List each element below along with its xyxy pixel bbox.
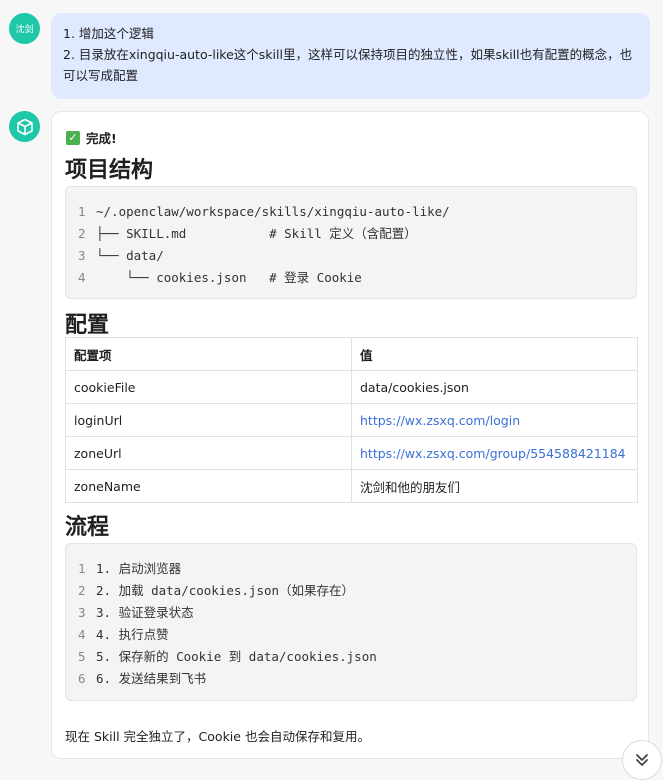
table-cell: data/cookies.json: [351, 370, 638, 404]
table-row: zoneUrl https://wx.zsxq.com/group/554588…: [65, 436, 638, 470]
table-cell: loginUrl: [65, 403, 352, 437]
user-avatar-text: 沈剑: [15, 25, 34, 35]
structure-code-block: 1 ~/.openclaw/workspace/skills/xingqiu-au…: [65, 186, 637, 299]
done-text: 完成!: [86, 131, 117, 146]
code-line: 2 ├── SKILL.md # Skill 定义（含配置）: [78, 226, 417, 241]
table-cell: zoneName: [65, 469, 352, 503]
config-heading: 配置: [65, 313, 110, 338]
done-status: ✓ 完成!: [66, 128, 117, 147]
bot-message: ✓ 完成! 项目结构 1 ~/.openclaw/workspace/skills…: [51, 111, 649, 759]
table-row: loginUrl https://wx.zsxq.com/login: [65, 403, 638, 437]
table-row: cookieFile data/cookies.json: [65, 370, 638, 404]
code-line: 3 └── data/: [78, 248, 164, 263]
config-table: 配置项 值 cookieFile data/cookies.json login…: [65, 337, 638, 503]
user-message-line-1: 1. 增加这个逻辑: [63, 26, 154, 41]
code-line: 6 6. 发送结果到飞书: [78, 671, 207, 686]
code-line: 1 1. 启动浏览器: [78, 561, 182, 576]
cube-icon: [16, 118, 33, 135]
table-header: 值: [351, 337, 638, 371]
code-line: 5 5. 保存新的 Cookie 到 data/cookies.json: [78, 649, 377, 664]
scroll-down-button[interactable]: [622, 740, 662, 780]
zone-url-link[interactable]: https://wx.zsxq.com/group/554588421184: [360, 446, 626, 461]
table-header-row: 配置项 值: [65, 337, 638, 371]
check-icon: ✓: [66, 130, 80, 145]
user-avatar: 沈剑: [9, 13, 40, 44]
table-cell: 沈剑和他的朋友们: [351, 469, 638, 503]
table-cell: zoneUrl: [65, 436, 352, 470]
user-message: 1. 增加这个逻辑 2. 目录放在xingqiu-auto-like这个skil…: [51, 13, 650, 99]
table-row: zoneName 沈剑和他的朋友们: [65, 469, 638, 503]
flow-code-block: 1 1. 启动浏览器 2 2. 加载 data/cookies.json（如果存在）…: [65, 543, 637, 701]
table-cell: cookieFile: [65, 370, 352, 404]
code-line: 3 3. 验证登录状态: [78, 605, 194, 620]
user-message-line-2: 2. 目录放在xingqiu-auto-like这个skill里，这样可以保持项…: [63, 47, 633, 83]
structure-heading: 项目结构: [65, 158, 154, 183]
code-line: 4 4. 执行点赞: [78, 627, 169, 642]
summary-text: 现在 Skill 完全独立了，Cookie 也会自动保存和复用。: [65, 729, 370, 744]
double-chevron-down-icon: [636, 754, 648, 766]
flow-heading: 流程: [65, 515, 110, 540]
bot-avatar: [9, 111, 40, 142]
table-header: 配置项: [65, 337, 352, 371]
code-line: 4 └── cookies.json # 登录 Cookie: [78, 270, 362, 285]
code-line: 1 ~/.openclaw/workspace/skills/xingqiu-au…: [78, 204, 450, 219]
login-url-link[interactable]: https://wx.zsxq.com/login: [360, 413, 520, 428]
code-line: 2 2. 加载 data/cookies.json（如果存在）: [78, 583, 355, 598]
table-cell: https://wx.zsxq.com/group/554588421184: [351, 436, 638, 470]
table-cell: https://wx.zsxq.com/login: [351, 403, 638, 437]
